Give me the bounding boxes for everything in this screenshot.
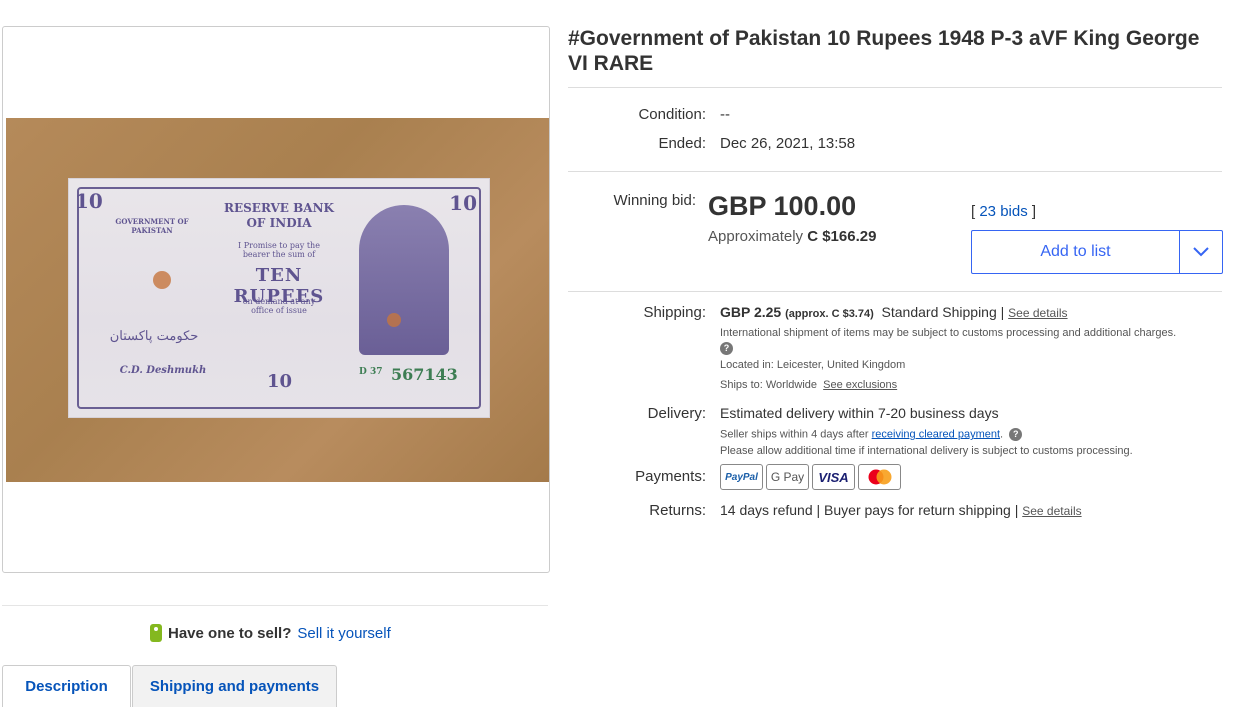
- sell-question: Have one to sell?: [168, 624, 292, 642]
- help-icon[interactable]: ?: [720, 341, 733, 355]
- seller-ships-note: Seller ships within 4 days after receivi…: [720, 428, 1023, 441]
- note-prefix: D 37: [359, 367, 383, 377]
- shipping-approx: (approx. C $3.74): [785, 308, 874, 320]
- location: Located in: Leicester, United Kingdom: [720, 359, 905, 371]
- returns-see-details-link[interactable]: See details: [1022, 504, 1081, 518]
- note-bank-line1: RESERVE BANK: [224, 201, 334, 215]
- bids-open-bracket: [: [971, 203, 976, 220]
- approx-price: Approximately C $166.29: [708, 228, 876, 245]
- ships-to-label: Ships to:: [720, 379, 763, 391]
- sell-it-yourself-link[interactable]: Sell it yourself: [297, 625, 390, 642]
- intl-shipment-text: International shipment of items may be s…: [720, 327, 1177, 339]
- note-signature: C.D. Deshmukh: [119, 365, 207, 376]
- note-on-demand: on demand at any office of issue: [242, 297, 316, 315]
- sell-prompt: Have one to sell? Sell it yourself: [150, 624, 391, 642]
- item-photo[interactable]: 10 10 RESERVE BANK OF INDIA GOVERNMENT O…: [6, 118, 549, 482]
- tab-shipping-and-payments[interactable]: Shipping and payments: [132, 665, 337, 707]
- intl-shipment-note: International shipment of items may be s…: [720, 326, 1190, 356]
- note-promise: I Promise to pay the bearer the sum of: [238, 241, 320, 259]
- located-label: Located in:: [720, 359, 774, 371]
- help-icon[interactable]: ?: [1009, 428, 1023, 441]
- note-corner-left: 10: [75, 189, 103, 213]
- returns-line: 14 days refund | Buyer pays for return s…: [720, 502, 1082, 518]
- returns-value: 14 days refund | Buyer pays for return s…: [720, 502, 1011, 518]
- note-govt: GOVERNMENT OF PAKISTAN: [115, 217, 189, 235]
- add-to-list-label[interactable]: Add to list: [972, 231, 1179, 273]
- tab-description[interactable]: Description: [2, 665, 131, 707]
- condition-value: --: [720, 106, 730, 123]
- seller-ships-suffix: .: [1000, 428, 1004, 441]
- condition-label: Condition:: [638, 106, 706, 123]
- bid-count: [ 23 bids ]: [971, 203, 1036, 220]
- stain: [387, 313, 401, 327]
- divider: [568, 291, 1222, 292]
- shipping-separator: |: [1000, 304, 1005, 320]
- visa-icon: VISA: [812, 464, 855, 490]
- king-portrait: [359, 205, 449, 355]
- bids-link[interactable]: 23 bids: [979, 203, 1027, 220]
- returns-separator: |: [1014, 502, 1019, 518]
- receiving-cleared-payment-link[interactable]: receiving cleared payment: [872, 428, 1000, 440]
- delivery-label: Delivery:: [647, 405, 706, 422]
- chevron-down-icon[interactable]: [1180, 231, 1222, 273]
- delivery-estimate: Estimated delivery within 7-20 business …: [720, 405, 999, 421]
- divider: [568, 171, 1222, 172]
- winning-bid-price: GBP 100.00: [708, 191, 857, 221]
- note-urdu: حکومت پاکستان: [109, 329, 199, 344]
- shipping-method: Standard Shipping: [881, 304, 997, 320]
- note-serial: 567143: [391, 365, 458, 384]
- stain: [153, 271, 171, 289]
- note-bank-line2: OF INDIA: [246, 216, 312, 230]
- divider: [568, 87, 1222, 88]
- divider: [2, 605, 548, 606]
- mastercard-icon: [858, 464, 901, 490]
- bids-close-bracket: ]: [1031, 203, 1037, 220]
- ships-to: Ships to: Worldwide See exclusions: [720, 379, 897, 391]
- approx-prefix: Approximately: [708, 228, 804, 245]
- note-center-10: 10: [267, 371, 293, 392]
- approx-value: C $166.29: [807, 228, 877, 245]
- item-image-panel[interactable]: 10 10 RESERVE BANK OF INDIA GOVERNMENT O…: [2, 26, 550, 573]
- note-corner-right: 10: [449, 191, 477, 215]
- add-to-list-button[interactable]: Add to list: [971, 230, 1223, 274]
- winning-bid-label: Winning bid:: [613, 192, 696, 209]
- item-title: #Government of Pakistan 10 Rupees 1948 P…: [568, 27, 1200, 75]
- shipping-line: GBP 2.25 (approx. C $3.74) Standard Ship…: [720, 304, 1068, 320]
- ended-value: Dec 26, 2021, 13:58: [720, 135, 856, 152]
- ships-to-value: Worldwide: [765, 379, 818, 391]
- shipping-see-details-link[interactable]: See details: [1008, 306, 1067, 320]
- located-value: Leicester, United Kingdom: [776, 359, 906, 371]
- price-tag-icon: [150, 624, 162, 642]
- allow-time-note: Please allow additional time if internat…: [720, 445, 1133, 457]
- shipping-label: Shipping:: [643, 304, 706, 321]
- shipping-cost: GBP 2.25: [720, 304, 782, 320]
- banknote-image: 10 10 RESERVE BANK OF INDIA GOVERNMENT O…: [68, 178, 490, 418]
- paypal-icon: PayPal: [720, 464, 763, 490]
- payments-label: Payments:: [635, 468, 706, 485]
- seller-ships-prefix: Seller ships within 4 days after: [720, 428, 869, 441]
- ended-label: Ended:: [658, 135, 706, 152]
- see-exclusions-link[interactable]: See exclusions: [823, 379, 897, 391]
- returns-label: Returns:: [649, 502, 706, 519]
- google-pay-icon: G Pay: [766, 464, 809, 490]
